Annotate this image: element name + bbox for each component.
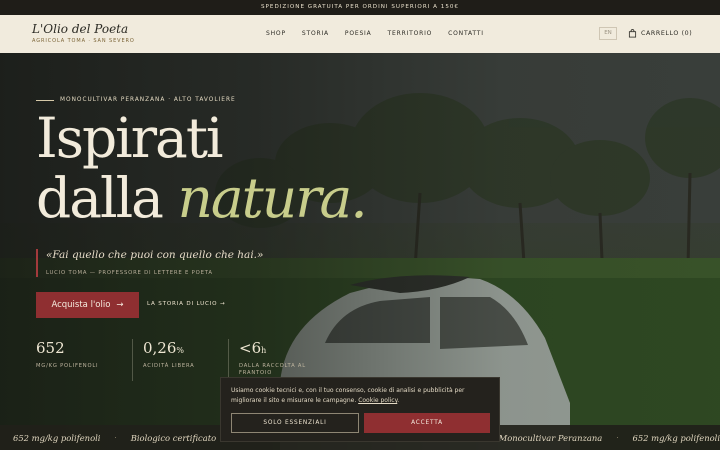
hero-quote: «Fai quello che puoi con quello che hai.…: [46, 249, 264, 261]
eyebrow-rule: [36, 99, 54, 101]
hero-title-italic: natura.: [177, 166, 367, 230]
stat-label: DALLA RACCOLTA AL FRANTOIO: [239, 363, 306, 376]
nav-item-contatti[interactable]: CONTATTI: [448, 30, 484, 37]
stat-acidity: 0,26% ACIDITÀ LIBERA: [132, 339, 228, 381]
hero-title-line2: dalla natura.: [36, 166, 368, 230]
nav-item-territorio[interactable]: TERRITORIO: [388, 30, 433, 37]
cookie-text: Usiamo cookie tecnici e, con il tuo cons…: [231, 387, 465, 404]
buy-oil-button[interactable]: Acquista l'olio →: [36, 292, 139, 318]
language-switch[interactable]: EN: [599, 27, 617, 40]
stat-label: MG/KG POLIFENOLI: [36, 363, 99, 369]
nav-item-poesia[interactable]: POESIA: [345, 30, 372, 37]
promo-topbar: SPEDIZIONE GRATUITA PER ORDINI SUPERIORI…: [0, 0, 720, 15]
ticker-item: 652 mg/kg polifenoli: [13, 432, 101, 443]
quote-accent-bar: [36, 249, 38, 277]
cookie-banner: Usiamo cookie tecnici e, con il tuo cons…: [220, 377, 500, 442]
buy-oil-label: Acquista l'olio: [51, 300, 111, 310]
site-header: L'Olio del Poeta AGRICOLA TOMA · SAN SEV…: [0, 15, 720, 53]
cookie-message: Usiamo cookie tecnici e, con il tuo cons…: [231, 387, 465, 404]
accept-button[interactable]: ACCETTA: [364, 413, 490, 433]
bag-icon: [628, 29, 637, 38]
ticker-item: 652 mg/kg polifenoli: [632, 432, 720, 443]
eyebrow-text: MONOCULTIVAR PERANZANA · ALTO TAVOLIERE: [60, 97, 236, 103]
stat-unit: %: [176, 346, 185, 355]
arrow-right-icon: →: [116, 300, 124, 310]
ticker-item: Biologico certificato: [130, 432, 217, 443]
story-link[interactable]: LA STORIA DI LUCIO →: [147, 301, 225, 307]
cookie-policy-link[interactable]: Cookie policy: [358, 397, 397, 404]
nav-item-storia[interactable]: STORIA: [302, 30, 329, 37]
cart-button[interactable]: CARRELLO (0): [628, 29, 692, 38]
stat-value: <6: [239, 339, 262, 357]
ticker-separator: ·: [616, 433, 619, 442]
hero-stats: 652 MG/KG POLIFENOLI 0,26% ACIDITÀ LIBER…: [36, 339, 324, 381]
stat-polyphenols: 652 MG/KG POLIFENOLI: [36, 339, 132, 381]
hero-title-line1: Ispirati: [36, 106, 224, 170]
stat-unit: h: [261, 346, 267, 355]
essential-only-button[interactable]: SOLO ESSENZIALI: [231, 413, 359, 433]
nav-item-shop[interactable]: SHOP: [266, 30, 286, 37]
hero-eyebrow: MONOCULTIVAR PERANZANA · ALTO TAVOLIERE: [36, 97, 236, 103]
stat-value: 652: [36, 339, 65, 357]
stat-value: 0,26: [143, 339, 177, 357]
cart-label: CARRELLO (0): [641, 30, 693, 37]
hero-title-plain: dalla: [36, 166, 178, 230]
logo-subtitle: AGRICOLA TOMA · SAN SEVERO: [32, 38, 135, 44]
ticker-item: Monocultivar Peranzana: [498, 432, 603, 443]
stat-label: ACIDITÀ LIBERA: [143, 363, 195, 369]
quote-author: LUCIO TOMA — PROFESSORE DI LETTERE E POE…: [46, 270, 213, 276]
main-nav: SHOP STORIA POESIA TERRITORIO CONTATTI: [266, 30, 500, 37]
logo-title[interactable]: L'Olio del Poeta: [32, 22, 128, 36]
ticker-separator: ·: [114, 433, 117, 442]
stat-harvest-time: <6h DALLA RACCOLTA AL FRANTOIO: [228, 339, 324, 381]
